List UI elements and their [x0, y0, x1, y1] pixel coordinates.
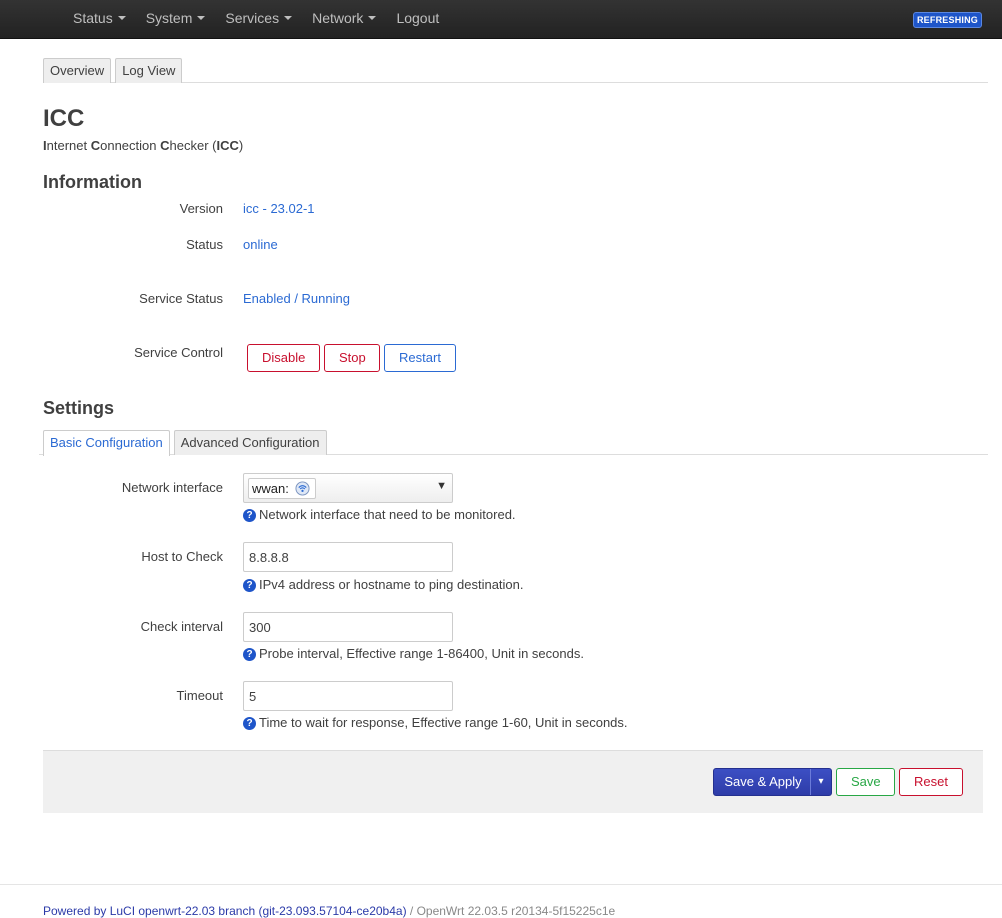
information-heading: Information	[43, 172, 142, 192]
service-control-label: Service Control	[134, 345, 223, 360]
menu-logout-label: Logout	[396, 10, 440, 26]
network-interface-label: Network interface	[121, 480, 223, 495]
menu-system[interactable]: System	[136, 0, 216, 39]
subtitle-text: onnection	[100, 138, 161, 153]
service-status-value: Enabled / Running	[243, 291, 350, 306]
page-subtitle: Internet Connection Checker (ICC)	[43, 138, 243, 153]
help-text: Probe interval, Effective range 1-86400,…	[259, 646, 584, 661]
help-icon: ?	[243, 579, 256, 592]
page-title: ICC	[43, 105, 85, 132]
chevron-down-icon	[197, 16, 206, 21]
help-text: Time to wait for response, Effective ran…	[259, 715, 628, 730]
save-apply-label: Save & Apply	[724, 774, 802, 789]
status-label: Status	[186, 237, 223, 252]
footer: Powered by LuCI openwrt-22.03 branch (gi…	[43, 904, 615, 918]
menu-network-label: Network	[312, 10, 364, 26]
tab-log-view[interactable]: Log View	[115, 58, 183, 83]
save-apply-button[interactable]: Save & Apply ▾	[713, 768, 832, 796]
menu-status[interactable]: Status	[63, 0, 136, 39]
selected-interface-label: wwan:	[252, 481, 289, 496]
network-interface-help: ? Network interface that need to be monit…	[243, 507, 516, 522]
host-label: Host to Check	[141, 549, 223, 564]
interval-input[interactable]	[243, 612, 453, 642]
menu-logout[interactable]: Logout	[386, 0, 449, 39]
selected-interface-chip: wwan:	[248, 478, 316, 499]
subtitle-text: hecker (	[169, 138, 217, 153]
luci-version-link[interactable]: Powered by LuCI openwrt-22.03 branch (gi…	[43, 904, 407, 918]
subtitle-text: nternet	[46, 138, 91, 153]
chevron-down-icon	[284, 16, 293, 21]
subtitle-bold: C	[160, 138, 170, 153]
save-apply-dropdown[interactable]: ▾	[810, 769, 831, 795]
interval-label: Check interval	[140, 619, 223, 634]
page-tabs: Overview Log View	[43, 58, 988, 83]
version-label: Version	[179, 201, 223, 216]
help-text: Network interface that need to be monito…	[259, 507, 516, 522]
chevron-down-icon	[117, 16, 126, 21]
timeout-help: ? Time to wait for response, Effective ra…	[243, 715, 628, 730]
chevron-down-icon	[368, 16, 377, 21]
host-input[interactable]	[243, 542, 453, 572]
host-help: ? IPv4 address or hostname to ping destin…	[243, 577, 524, 592]
openwrt-version: / OpenWrt 22.03.5 r20134-5f15225c1e	[406, 904, 616, 918]
help-text: IPv4 address or hostname to ping destina…	[259, 577, 524, 592]
version-value: icc - 23.02-1	[243, 201, 315, 216]
subtitle-text: )	[238, 138, 244, 153]
network-interface-select[interactable]: wwan: ▼	[243, 473, 453, 503]
save-button[interactable]: Save	[836, 768, 895, 796]
menu-status-label: Status	[73, 10, 113, 26]
menu-services[interactable]: Services	[215, 0, 302, 39]
tab-overview[interactable]: Overview	[43, 58, 112, 83]
main-menu: Status System Services Network Logout	[63, 0, 449, 39]
help-icon: ?	[243, 648, 256, 661]
refreshing-badge[interactable]: REFRESHING	[912, 12, 982, 28]
status-value: online	[243, 237, 278, 252]
tab-advanced-configuration[interactable]: Advanced Configuration	[173, 430, 327, 455]
settings-heading: Settings	[43, 398, 115, 418]
wireless-network-icon	[295, 481, 310, 496]
menu-network[interactable]: Network	[302, 0, 386, 39]
tab-basic-configuration[interactable]: Basic Configuration	[43, 430, 170, 456]
stop-button[interactable]: Stop	[324, 344, 380, 372]
subtitle-bold: ICC	[216, 138, 239, 153]
restart-button[interactable]: Restart	[384, 344, 456, 372]
footer-divider	[0, 884, 1002, 885]
menu-services-label: Services	[225, 10, 280, 26]
reset-button[interactable]: Reset	[899, 768, 963, 796]
dropdown-arrow-icon: ▼	[436, 480, 447, 492]
subtitle-bold: C	[90, 138, 101, 153]
disable-button[interactable]: Disable	[247, 344, 320, 372]
timeout-input[interactable]	[243, 681, 453, 711]
settings-tabs: Basic Configuration Advanced Configurati…	[39, 430, 988, 456]
help-icon: ?	[243, 509, 256, 522]
timeout-label: Timeout	[176, 688, 223, 703]
interval-help: ? Probe interval, Effective range 1-86400…	[243, 646, 584, 661]
menu-system-label: System	[145, 10, 193, 26]
help-icon: ?	[243, 717, 256, 730]
service-status-label: Service Status	[139, 291, 223, 306]
top-navbar: Status System Services Network Logout RE…	[0, 0, 1002, 39]
